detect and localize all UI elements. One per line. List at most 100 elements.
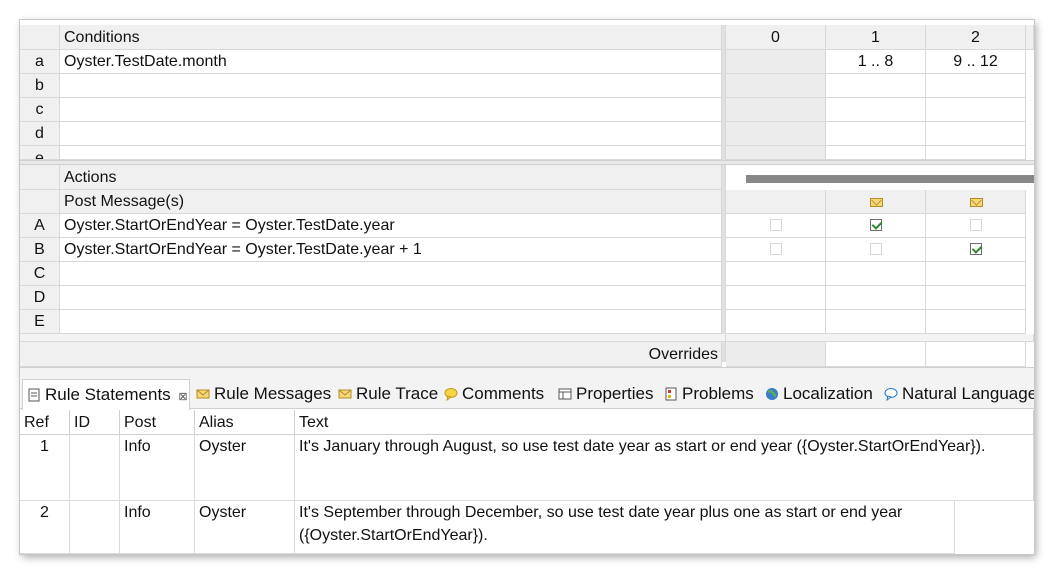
tab-label: Comments (462, 384, 545, 403)
horizontal-scrollbar[interactable] (746, 175, 1034, 183)
action-letter: D (20, 286, 60, 310)
tab-natural-language[interactable]: Natural Language (884, 379, 1034, 409)
post-message-cell[interactable] (926, 190, 1026, 214)
condition-cell[interactable]: 9 .. 12 (926, 50, 1026, 74)
post-message-cell[interactable] (726, 190, 826, 214)
envelope-icon[interactable] (870, 198, 883, 207)
post-cell[interactable]: Info (120, 435, 195, 501)
alias-cell[interactable]: Oyster (195, 435, 295, 501)
alias-cell[interactable]: Oyster (195, 501, 295, 554)
post-cell[interactable]: Info (120, 501, 195, 554)
column-header-id[interactable]: ID (70, 410, 120, 435)
filler-row (726, 334, 1034, 342)
action-cell[interactable] (926, 286, 1026, 310)
tab-localization[interactable]: Localization (765, 379, 873, 409)
id-cell[interactable] (70, 435, 120, 501)
condition-cell[interactable] (826, 122, 926, 146)
condition-cell[interactable] (726, 74, 826, 98)
close-icon[interactable]: ⊠ (178, 391, 187, 403)
problems-icon (665, 387, 677, 401)
text-cell[interactable]: It's September through December, so use … (295, 501, 955, 554)
action-expression[interactable]: Oyster.StartOrEndYear = Oyster.TestDate.… (60, 238, 722, 262)
row-letter (20, 190, 60, 214)
tab-problems[interactable]: Problems (664, 379, 754, 409)
condition-cell[interactable] (826, 98, 926, 122)
action-cell[interactable] (826, 238, 926, 262)
action-cell[interactable] (826, 310, 926, 334)
action-cell[interactable] (926, 238, 1026, 262)
action-cell[interactable] (826, 262, 926, 286)
condition-cell[interactable] (826, 74, 926, 98)
action-cell[interactable] (826, 286, 926, 310)
action-letter: A (20, 214, 60, 238)
action-checkbox[interactable] (870, 243, 882, 255)
condition-cell[interactable] (726, 146, 826, 160)
column-header-post[interactable]: Post (120, 410, 195, 435)
row-letter-header (20, 25, 60, 50)
column-header-text[interactable]: Text (295, 410, 1034, 435)
action-letter: C (20, 262, 60, 286)
tab-label: Rule Statements (45, 385, 171, 404)
condition-expression[interactable] (60, 122, 722, 146)
tab-rule-messages[interactable]: Rule Messages (196, 379, 331, 409)
action-cell[interactable] (726, 262, 826, 286)
post-message-cell[interactable] (826, 190, 926, 214)
action-checkbox[interactable] (770, 243, 782, 255)
action-checkbox[interactable] (770, 219, 782, 231)
condition-cell[interactable]: 1 .. 8 (826, 50, 926, 74)
id-cell[interactable] (70, 501, 120, 554)
condition-cell[interactable] (926, 146, 1026, 160)
tab-label: Problems (682, 384, 754, 403)
condition-cell[interactable] (826, 146, 926, 160)
text-cell[interactable]: It's January through August, so use test… (295, 435, 1034, 501)
tab-properties[interactable]: Properties (558, 379, 653, 409)
action-cell[interactable] (726, 310, 826, 334)
action-expression[interactable]: Oyster.StartOrEndYear = Oyster.TestDate.… (60, 214, 722, 238)
column-header-0[interactable]: 0 (726, 25, 826, 50)
action-checkbox-checked[interactable] (870, 219, 882, 231)
tab-rule-statements[interactable]: Rule Statements ⊠ (22, 379, 190, 410)
action-expression[interactable] (60, 286, 722, 310)
condition-expression[interactable] (60, 74, 722, 98)
condition-cell[interactable] (926, 74, 1026, 98)
action-cell[interactable] (726, 286, 826, 310)
ref-cell[interactable]: 2 (20, 501, 70, 554)
action-cell[interactable] (726, 238, 826, 262)
action-cell[interactable] (926, 310, 1026, 334)
condition-cell[interactable] (726, 50, 826, 74)
action-cell[interactable] (726, 214, 826, 238)
column-header-alias[interactable]: Alias (195, 410, 295, 435)
condition-expression[interactable] (60, 98, 722, 122)
action-cell[interactable] (926, 214, 1026, 238)
view-tab-bar: Rule Statements ⊠ Rule Messages Rule Tra… (20, 379, 1034, 410)
action-checkbox-checked[interactable] (970, 243, 982, 255)
tab-rule-trace[interactable]: Rule Trace (338, 379, 438, 409)
column-header-1[interactable]: 1 (826, 25, 926, 50)
condition-expression[interactable]: Oyster.TestDate.month (60, 50, 722, 74)
tab-label: Rule Trace (356, 384, 439, 403)
action-expression[interactable] (60, 310, 722, 334)
override-cell[interactable] (926, 342, 1026, 367)
override-cell[interactable] (726, 342, 826, 367)
tab-label: Localization (783, 384, 873, 403)
condition-cell[interactable] (926, 98, 1026, 122)
override-cell[interactable] (826, 342, 926, 367)
action-expression[interactable] (60, 262, 722, 286)
action-cell[interactable] (826, 214, 926, 238)
column-header-ref[interactable]: Ref (20, 410, 70, 435)
action-cell[interactable] (926, 262, 1026, 286)
ref-cell[interactable]: 1 (20, 435, 70, 501)
condition-cell[interactable] (726, 98, 826, 122)
tab-comments[interactable]: Comments (444, 379, 544, 409)
envelope-icon[interactable] (970, 198, 983, 207)
condition-cell[interactable] (926, 122, 1026, 146)
condition-expression[interactable] (60, 146, 722, 160)
column-header-2[interactable]: 2 (926, 25, 1026, 50)
condition-cell[interactable] (726, 122, 826, 146)
action-checkbox[interactable] (970, 219, 982, 231)
overrides-row (20, 342, 722, 367)
tab-label: Properties (576, 384, 654, 403)
actions-header: Actions (60, 165, 722, 190)
rule-editor-window: Conditions 0 1 2 a Oyster.TestDate.month… (20, 20, 1034, 554)
post-message-label: Post Message(s) (60, 190, 722, 214)
